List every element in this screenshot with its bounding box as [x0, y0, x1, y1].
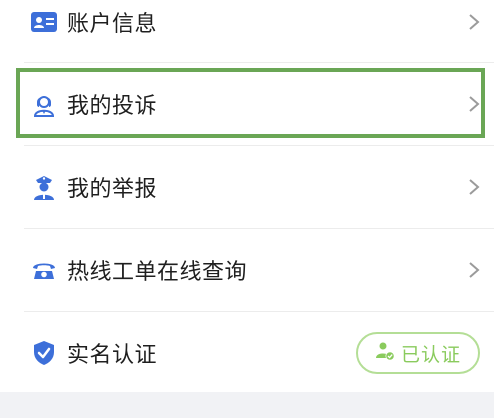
menu-item-label: 实名认证 — [67, 343, 158, 368]
customer-service-icon — [31, 91, 57, 117]
menu-item-label: 热线工单在线查询 — [67, 260, 248, 285]
menu-item-account-info[interactable]: 账户信息 — [0, 0, 494, 63]
chevron-right-icon — [468, 95, 480, 113]
menu-item-label: 我的投诉 — [67, 94, 158, 119]
bottom-background-band — [0, 392, 494, 418]
menu-item-label: 账户信息 — [67, 12, 158, 37]
chevron-right-icon — [468, 178, 480, 196]
menu-item-real-name-verification[interactable]: 实名认证 已认证 — [0, 312, 494, 394]
menu-item-my-complaints[interactable]: 我的投诉 — [0, 63, 494, 145]
menu-item-label: 我的举报 — [67, 177, 158, 202]
verified-status-badge: 已认证 — [356, 332, 480, 374]
menu-item-my-reports[interactable]: 我的举报 — [0, 146, 494, 228]
chevron-right-icon — [468, 13, 480, 31]
police-officer-icon — [31, 174, 57, 200]
menu-item-hotline-ticket-query[interactable]: 热线工单在线查询 — [0, 229, 494, 311]
chevron-right-icon — [468, 261, 480, 279]
verified-label: 已认证 — [400, 343, 461, 366]
account-menu: 账户信息 我的投诉 我的举报 热线工单在线查询 实名认证 已认证 — [0, 0, 494, 392]
user-verified-icon — [375, 341, 395, 365]
shield-check-icon — [31, 340, 57, 366]
telephone-icon — [31, 257, 57, 283]
id-card-icon — [31, 9, 57, 35]
